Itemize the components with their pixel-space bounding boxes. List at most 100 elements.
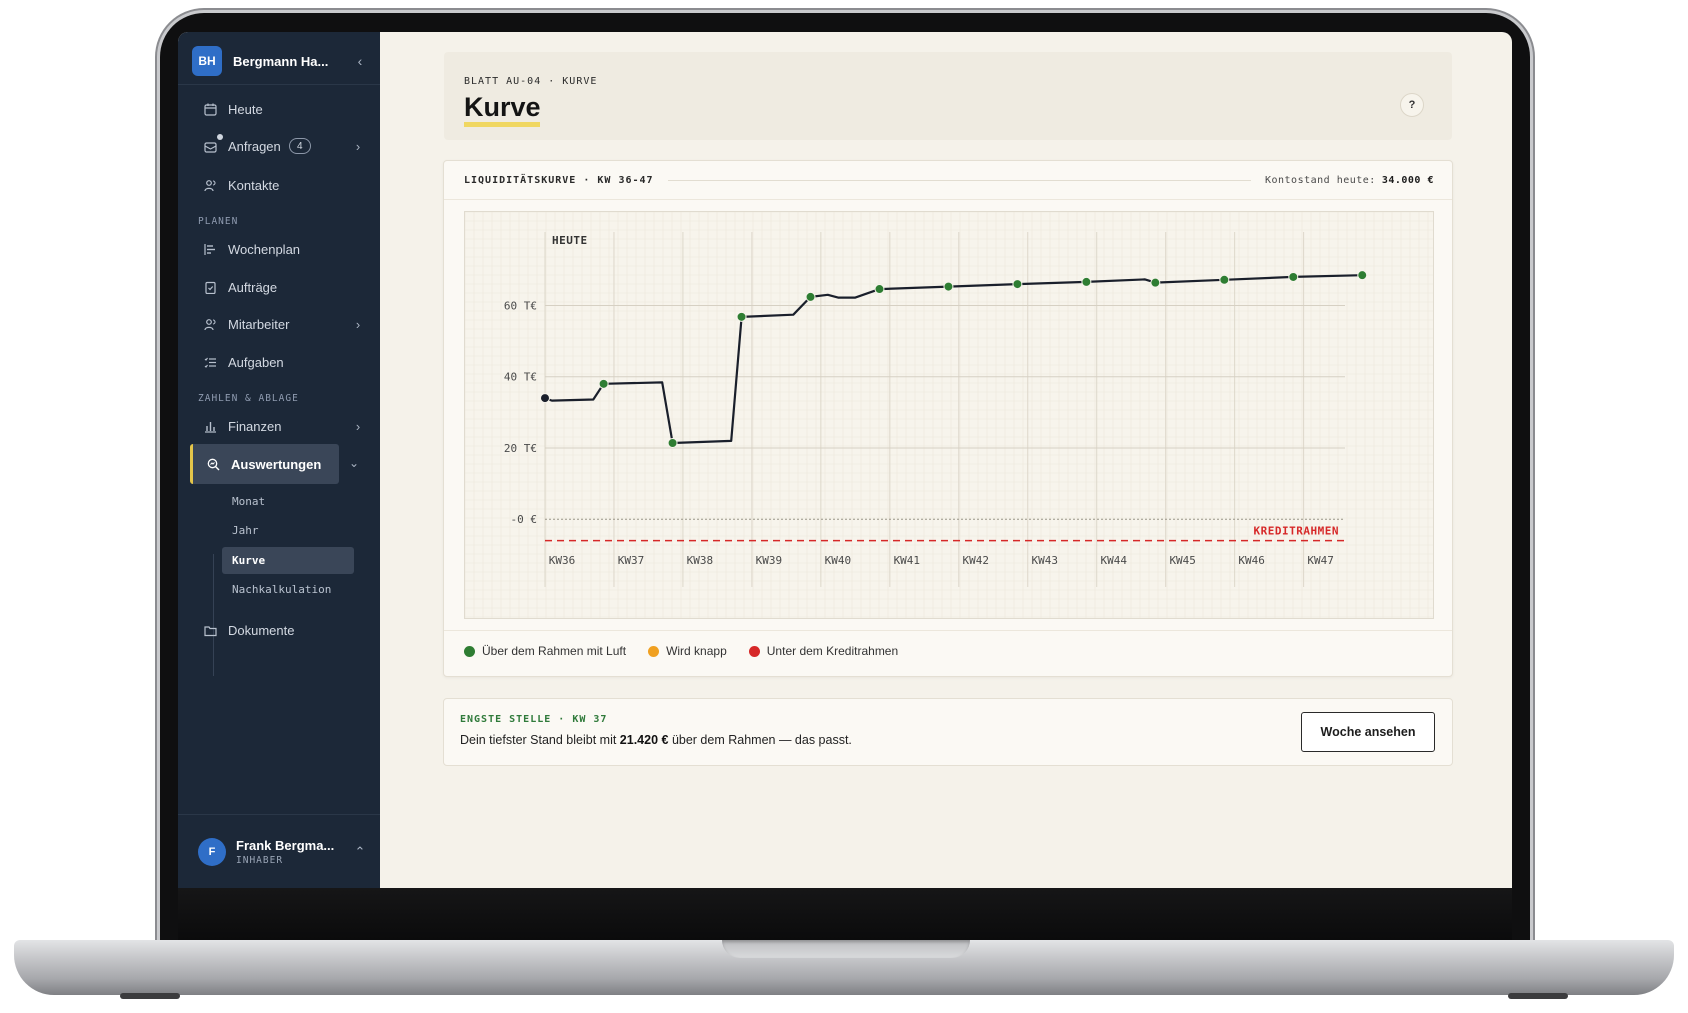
- avatar: F: [198, 838, 226, 866]
- credit-limit-label: KREDITRAHMEN: [1254, 525, 1339, 538]
- data-point: [598, 378, 609, 389]
- unread-indicator: [217, 134, 223, 140]
- sidebar-item-label: Dokumente: [228, 622, 295, 638]
- analytics-search-icon: [205, 456, 221, 472]
- data-point: [1219, 274, 1230, 285]
- chart-header: LIQUIDITÄTSKURVE · KW 36-47 Kontostand h…: [464, 173, 1434, 187]
- users-icon: [202, 177, 218, 193]
- x-tick-label: KW47: [1307, 554, 1334, 567]
- subnav-item-jahr[interactable]: Jahr: [222, 517, 354, 544]
- insight-amount: 21.420 €: [619, 733, 669, 747]
- x-tick-label: KW37: [618, 554, 645, 567]
- sidebar-item-dokumente[interactable]: Dokumente: [190, 610, 366, 650]
- today-label: HEUTE: [552, 234, 588, 247]
- sidebar-item-auswertungen[interactable]: Auswertungen: [190, 444, 339, 484]
- data-point: [1150, 277, 1161, 288]
- sidebar-item-label: Aufgaben: [228, 354, 284, 370]
- sidebar-item-aufgaben[interactable]: Aufgaben: [190, 342, 366, 382]
- chevron-right-icon: ›: [355, 138, 361, 154]
- data-point: [874, 284, 885, 295]
- user-role: INHABER: [236, 855, 284, 866]
- data-point: [1012, 279, 1023, 290]
- legend-item-warn: Wird knapp: [648, 644, 727, 658]
- sidebar-item-heute[interactable]: Heute: [190, 89, 366, 129]
- x-tick-label: KW46: [1238, 554, 1265, 567]
- card-divider: [444, 199, 1452, 200]
- workspace-name: Bergmann Ha...: [233, 53, 329, 69]
- today-marker: [540, 393, 550, 404]
- subnav-item-kurve[interactable]: Kurve: [222, 547, 354, 574]
- chevron-down-icon[interactable]: ⌄: [346, 456, 362, 470]
- y-tick-label: 40 T€: [504, 371, 537, 384]
- legend-label: Wird knapp: [666, 644, 727, 658]
- subnav-item-monat[interactable]: Monat: [222, 488, 354, 515]
- collapse-sidebar-icon[interactable]: ‹: [352, 53, 368, 69]
- data-point: [667, 437, 678, 448]
- help-button[interactable]: ?: [1400, 93, 1424, 117]
- x-tick-label: KW36: [549, 554, 576, 567]
- chart-legend: Über dem Rahmen mit Luft Wird knapp Unte…: [464, 641, 920, 661]
- section-label-zahlen: ZAHLEN & ABLAGE: [198, 393, 299, 404]
- balance-label: Kontostand heute:: [1264, 174, 1376, 186]
- laptop-notch: [722, 940, 970, 958]
- laptop-foot: [1508, 993, 1568, 999]
- insight-text-after: über dem Rahmen — das passt.: [668, 733, 852, 747]
- legend-dot-green: [464, 645, 475, 657]
- sidebar-item-mitarbeiter[interactable]: Mitarbeiter ›: [190, 304, 366, 344]
- legend-dot-red: [748, 645, 760, 657]
- sidebar-item-label: Finanzen: [228, 418, 282, 434]
- sidebar-item-auftraege[interactable]: Aufträge: [190, 267, 366, 307]
- insight-card: ENGSTE STELLE · KW 37 Dein tiefster Stan…: [443, 698, 1453, 766]
- data-point: [736, 311, 747, 322]
- legend-dot-orange: [648, 645, 660, 657]
- legend-label: Unter dem Kreditrahmen: [766, 644, 899, 658]
- sidebar-item-label: Auswertungen: [231, 456, 322, 472]
- insight-text-before: Dein tiefster Stand bleibt mit: [460, 733, 620, 747]
- chevron-right-icon: ›: [355, 316, 361, 332]
- workspace-switcher[interactable]: BH Bergmann Ha... ‹: [192, 42, 368, 80]
- app-screen: BH Bergmann Ha... ‹ Heute Anfragen 4 › K…: [178, 32, 1512, 888]
- y-tick-label: -0 €: [511, 513, 538, 526]
- x-tick-label: KW41: [894, 554, 921, 567]
- data-point: [1288, 271, 1299, 282]
- data-point: [805, 291, 816, 302]
- workspace-avatar: BH: [192, 46, 222, 76]
- y-tick-label: 60 T€: [504, 299, 537, 312]
- sidebar-item-kontakte[interactable]: Kontakte: [190, 165, 366, 205]
- bar-chart-icon: [202, 418, 218, 434]
- count-badge: 4: [288, 138, 311, 154]
- balance-value: 34.000 €: [1381, 174, 1434, 186]
- sidebar-item-finanzen[interactable]: Finanzen ›: [190, 406, 366, 446]
- user-name: Frank Bergma...: [236, 838, 335, 853]
- section-label-planen: PLANEN: [198, 216, 239, 227]
- insight-kicker: ENGSTE STELLE · KW 37: [460, 714, 608, 725]
- data-point: [1081, 276, 1092, 287]
- card-divider: [444, 630, 1452, 631]
- chevron-right-icon: ›: [355, 418, 361, 434]
- legend-item-ok: Über dem Rahmen mit Luft: [464, 644, 626, 658]
- page-title: Kurve: [464, 92, 541, 122]
- user-menu[interactable]: F Frank Bergma... INHABER ⌃: [198, 832, 368, 872]
- sidebar-item-label: Mitarbeiter: [228, 316, 290, 332]
- liquidity-chart-card: LIQUIDITÄTSKURVE · KW 36-47 Kontostand h…: [443, 160, 1453, 677]
- folder-icon: [202, 622, 218, 638]
- x-tick-label: KW42: [963, 554, 990, 567]
- plot-area: -0 € 20 T€ 40 T€ 60 T€ KW36 KW37 KW38 KW39 KW40 K…: [464, 211, 1434, 619]
- legend-label: Über dem Rahmen mit Luft: [482, 644, 627, 658]
- view-week-button[interactable]: Woche ansehen: [1301, 712, 1435, 752]
- insight-text: Dein tiefster Stand bleibt mit 21.420 € …: [460, 733, 852, 747]
- sidebar-item-label: Kontakte: [228, 177, 280, 193]
- liquidity-chart: -0 € 20 T€ 40 T€ 60 T€ KW36 KW37 KW38 KW39 KW40 K…: [464, 211, 1433, 618]
- subnav-item-nachkalkulation[interactable]: Nachkalkulation: [222, 576, 354, 603]
- checklist-icon: [202, 354, 218, 370]
- sidebar-item-wochenplan[interactable]: Wochenplan: [190, 229, 366, 269]
- x-tick-label: KW40: [825, 554, 852, 567]
- laptop-foot: [120, 993, 180, 999]
- sidebar-item-anfragen[interactable]: Anfragen 4 ›: [190, 126, 366, 166]
- page-header: BLATT AU-04 · KURVE Kurve ?: [444, 52, 1452, 140]
- inbox-icon: [202, 138, 218, 154]
- x-tick-label: KW44: [1100, 554, 1127, 567]
- sidebar: BH Bergmann Ha... ‹ Heute Anfragen 4 › K…: [178, 32, 380, 888]
- x-tick-label: KW43: [1032, 554, 1059, 567]
- sidebar-divider: [178, 814, 380, 815]
